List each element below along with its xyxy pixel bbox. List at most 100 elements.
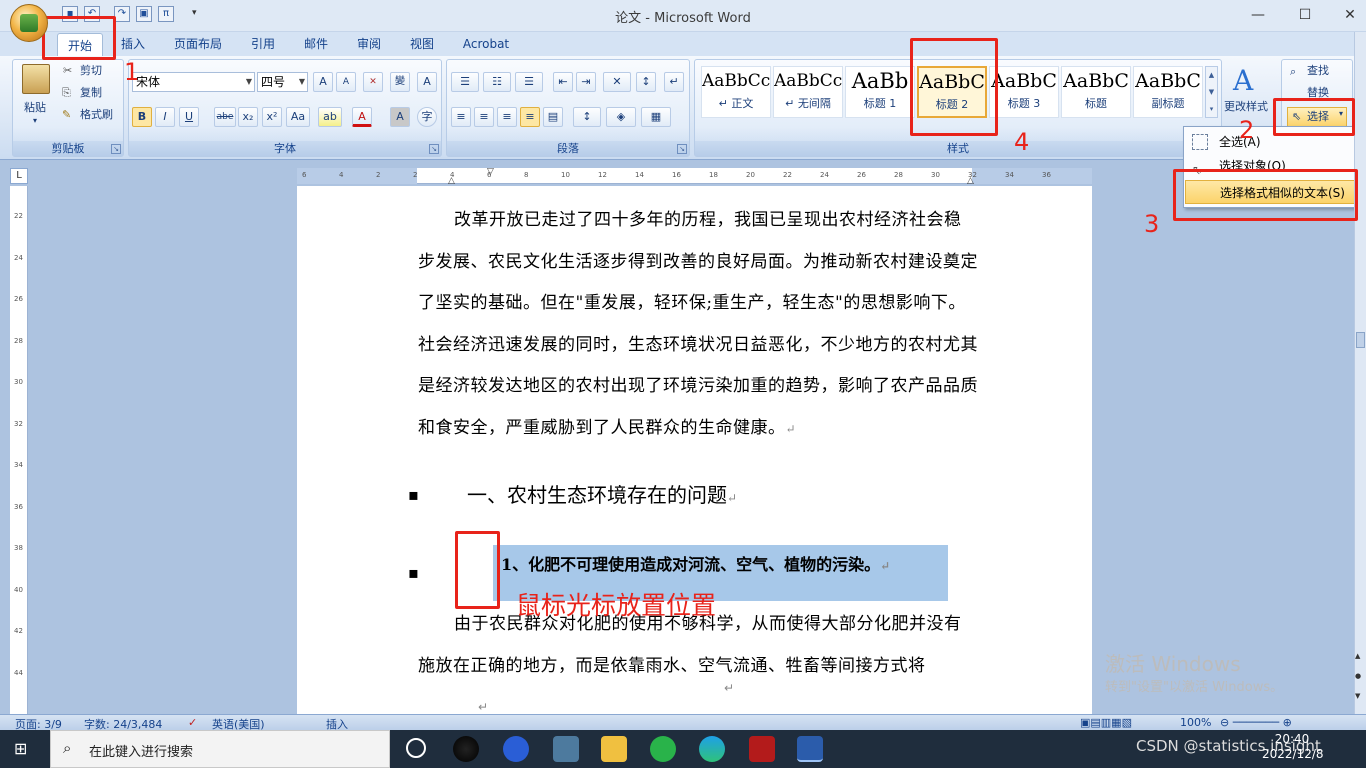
word-icon[interactable]	[797, 736, 823, 762]
font-name-combo[interactable]: 宋体 ▼	[132, 72, 255, 92]
align-left-icon[interactable]: ≡	[451, 107, 471, 127]
sort-icon[interactable]: ↕	[636, 72, 656, 92]
italic-button[interactable]: I	[155, 107, 175, 127]
view-buttons-icon[interactable]: ▣▤▥▦▧	[1080, 716, 1132, 729]
format-painter-button[interactable]: 格式刷	[80, 105, 113, 125]
tab-acrobat[interactable]: Acrobat	[455, 32, 517, 56]
style-subtitle[interactable]: AaBbC 副标题	[1133, 66, 1203, 118]
paragraph-launcher-icon[interactable]: ↘	[677, 144, 687, 154]
app-icon[interactable]	[503, 736, 529, 762]
scroll-thumb[interactable]	[1356, 332, 1365, 348]
style-normal[interactable]: AaBbCcI ↵ 正文	[701, 66, 771, 118]
shrink-font-button[interactable]: A	[336, 72, 356, 92]
windows-start-icon[interactable]: ⊞	[14, 740, 32, 758]
acrobat-icon[interactable]	[749, 736, 775, 762]
vertical-ruler-tick-label: 42	[14, 627, 23, 635]
style-no-spacing[interactable]: AaBbCcI ↵ 无间隔	[773, 66, 843, 118]
style-name: 标题	[1085, 97, 1107, 110]
taskbar-search-placeholder: 在此键入进行搜索	[89, 745, 194, 760]
tab-references[interactable]: 引用	[243, 32, 283, 56]
bold-button[interactable]: B	[132, 107, 152, 127]
tab-mailings[interactable]: 邮件	[296, 32, 336, 56]
close-button[interactable]: ✕	[1330, 5, 1366, 25]
font-launcher-icon[interactable]: ↘	[429, 144, 439, 154]
change-styles-button[interactable]: 更改样式	[1224, 97, 1268, 117]
borders-icon[interactable]: ▦	[641, 107, 671, 127]
body-paragraph-1[interactable]: 改革开放已走过了四十多年的历程，我国已呈现出农村经济社会稳步发展、农民文化生活逐…	[418, 200, 978, 450]
ruler-ticks: 6 4 2 2 4 6 8 10 12 14 16 18 20 22 24 26 28 30 32 34 36	[297, 168, 1092, 184]
heading-1[interactable]: 一、农村生态环境存在的问题↵	[467, 479, 737, 508]
paragraph-mark: ↵	[785, 421, 797, 436]
calculator-icon[interactable]	[553, 736, 579, 762]
wechat-icon[interactable]	[650, 736, 676, 762]
taskbar-search[interactable]: ⌕ 在此键入进行搜索	[50, 730, 390, 768]
show-marks-icon[interactable]: ↵	[664, 72, 684, 92]
strikethrough-button[interactable]: abe	[214, 107, 236, 127]
cut-button[interactable]: 剪切	[80, 61, 102, 81]
tab-insert[interactable]: 插入	[114, 32, 152, 56]
style-heading-1[interactable]: AaBb 标题 1	[845, 66, 915, 118]
underline-button[interactable]: U	[179, 107, 199, 127]
phonetic-guide-icon[interactable]: 變	[390, 72, 410, 92]
tab-page-layout[interactable]: 页面布局	[166, 32, 230, 56]
font-size-value: 四号	[261, 75, 286, 89]
edge-icon[interactable]	[699, 736, 725, 762]
annotation-number-1: 1	[124, 58, 140, 86]
style-sample: AaBbC	[1135, 70, 1201, 92]
change-case-button[interactable]: Aa	[286, 107, 310, 127]
style-heading-3[interactable]: AaBbC 标题 3	[989, 66, 1059, 118]
activate-windows-title: 激活 Windows	[1105, 652, 1241, 676]
font-size-combo[interactable]: 四号 ▼	[257, 72, 308, 92]
align-right-icon[interactable]: ≡	[497, 107, 517, 127]
justify-icon[interactable]: ≡	[520, 107, 540, 127]
taskbar-clock[interactable]: 20:40 2022/12/8	[1262, 732, 1324, 762]
status-zoom[interactable]: 100%	[1180, 716, 1211, 729]
style-sample: AaBb	[851, 69, 909, 93]
chinese-layout-icon[interactable]: ✕	[603, 72, 631, 92]
char-shading-icon[interactable]: A	[390, 107, 410, 127]
shading-icon[interactable]: ◈	[606, 107, 636, 127]
proofing-icon[interactable]: ✓	[188, 716, 197, 729]
numbering-icon[interactable]: ☷	[483, 72, 511, 92]
highlight-button[interactable]: ab	[318, 107, 342, 127]
ruler-tick-label: 22	[783, 171, 792, 179]
superscript-button[interactable]: x²	[262, 107, 282, 127]
clear-format-icon[interactable]: ✕	[363, 72, 383, 92]
char-border-button[interactable]: A	[417, 72, 437, 92]
paste-dropdown-icon[interactable]: ▾	[33, 116, 37, 125]
paste-button[interactable]: 粘贴	[24, 98, 46, 118]
file-explorer-icon[interactable]	[601, 736, 627, 762]
copy-button[interactable]: 复制	[80, 83, 102, 103]
clipboard-launcher-icon[interactable]: ↘	[111, 144, 121, 154]
subscript-button[interactable]: x₂	[238, 107, 258, 127]
align-center-icon[interactable]: ≡	[474, 107, 494, 127]
prev-page-icon[interactable]: ▲	[1355, 652, 1360, 660]
task-view-icon[interactable]	[406, 738, 426, 758]
qq-icon[interactable]	[453, 736, 479, 762]
zoom-slider-icon[interactable]: ⊖ ─────── ⊕	[1220, 716, 1292, 729]
browse-object-icon[interactable]: ●	[1355, 672, 1361, 680]
minimize-button[interactable]: —	[1238, 5, 1278, 25]
enclose-char-icon[interactable]: 字	[417, 107, 437, 127]
next-page-icon[interactable]: ▼	[1355, 692, 1360, 700]
tab-view[interactable]: 视图	[402, 32, 442, 56]
maximize-button[interactable]: ☐	[1285, 5, 1325, 25]
vertical-scrollbar[interactable]: ▲ ● ▼	[1354, 32, 1366, 714]
vertical-ruler-tick-label: 32	[14, 419, 23, 428]
distribute-icon[interactable]: ▤	[543, 107, 563, 127]
tab-review[interactable]: 审阅	[349, 32, 389, 56]
change-styles-icon: A	[1233, 64, 1254, 97]
styles-scroll-icon[interactable]: ▲ ▼ ▾	[1205, 66, 1218, 118]
office-button[interactable]	[10, 4, 48, 42]
decrease-indent-icon[interactable]: ⇤	[553, 72, 573, 92]
multilevel-list-icon[interactable]: ☰	[515, 72, 543, 92]
increase-indent-icon[interactable]: ⇥	[576, 72, 596, 92]
tab-selector-icon[interactable]: L	[10, 168, 28, 184]
style-title[interactable]: AaBbC 标题	[1061, 66, 1131, 118]
grow-font-button[interactable]: A	[313, 72, 333, 92]
line-spacing-icon[interactable]: ↕	[573, 107, 601, 127]
paste-icon[interactable]	[22, 64, 50, 94]
find-button[interactable]: 查找	[1307, 61, 1329, 81]
bullets-icon[interactable]: ☰	[451, 72, 479, 92]
font-color-button[interactable]: A	[352, 107, 372, 127]
